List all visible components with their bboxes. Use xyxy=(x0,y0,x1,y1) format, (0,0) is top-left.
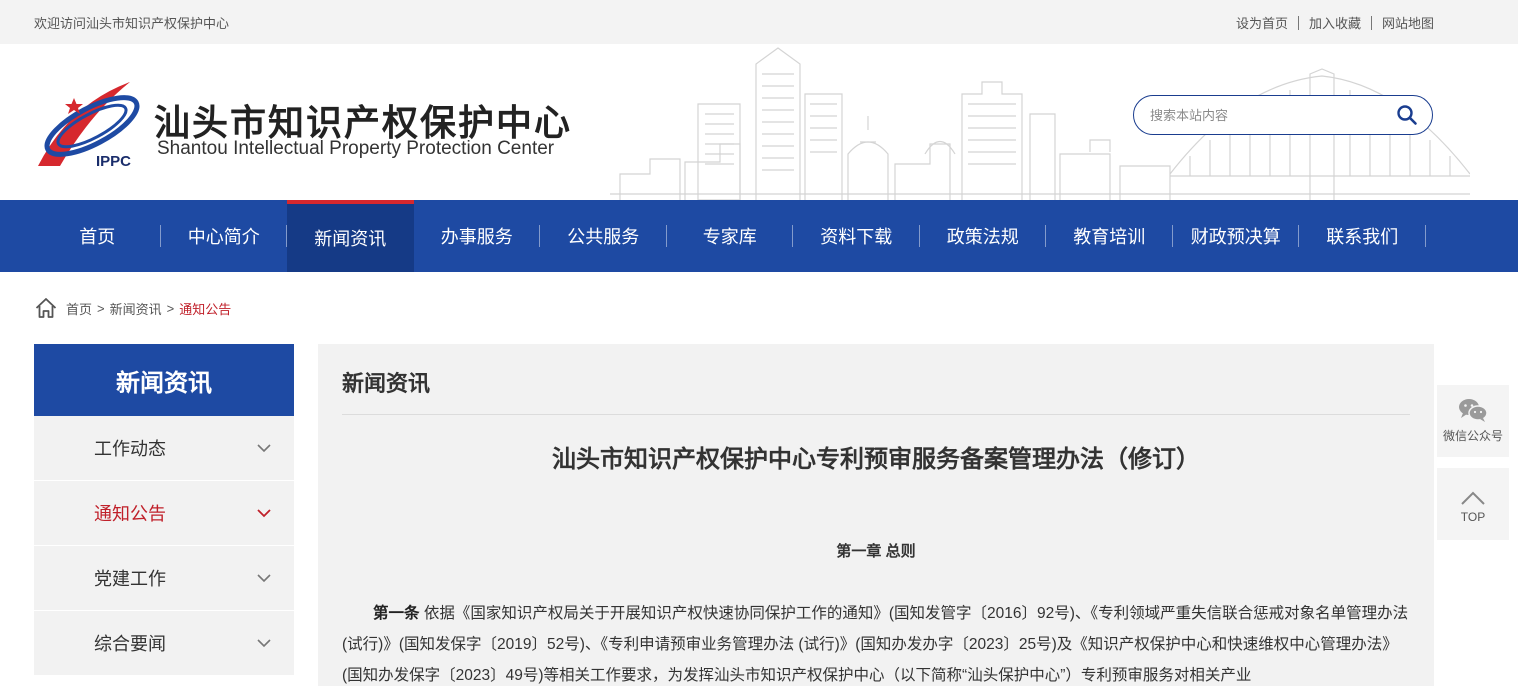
sidebar-title: 新闻资讯 xyxy=(34,344,294,416)
wechat-label: 微信公众号 xyxy=(1442,429,1503,443)
breadcrumb-separator: > xyxy=(166,300,175,316)
sidebar-item-label: 通知公告 xyxy=(94,504,166,524)
sidebar: 新闻资讯 工作动态 通知公告 党建工作 综合要闻 xyxy=(34,344,294,686)
chevron-down-icon xyxy=(257,509,271,518)
nav-item-budget[interactable]: 财政预决算 xyxy=(1173,200,1299,272)
back-to-top-button[interactable]: TOP xyxy=(1437,468,1509,540)
nav-item-training[interactable]: 教育培训 xyxy=(1046,200,1173,272)
nav-item-public-services[interactable]: 公共服务 xyxy=(540,200,667,272)
back-to-top-label: TOP xyxy=(1460,510,1486,524)
nav-item-contact[interactable]: 联系我们 xyxy=(1299,200,1426,272)
article-paragraph: 第一条 依据《国家知识产权局关于开展知识产权快速协同保护工作的通知》(国知发管字… xyxy=(342,598,1410,686)
chapter-heading: 第一章 总则 xyxy=(836,543,916,560)
nav-item-services[interactable]: 办事服务 xyxy=(414,200,540,272)
sidebar-item-work-news[interactable]: 工作动态 xyxy=(34,416,294,481)
svg-text:IPPC: IPPC xyxy=(96,153,131,170)
chevron-down-icon xyxy=(257,444,271,453)
search-icon[interactable] xyxy=(1396,104,1418,126)
sidebar-item-label: 党建工作 xyxy=(94,569,166,589)
section-title: 新闻资讯 xyxy=(342,371,431,396)
search-input[interactable] xyxy=(1150,105,1380,125)
top-bar: 欢迎访问汕头市知识产权保护中心 设为首页 加入收藏 网站地图 xyxy=(0,0,1518,44)
breadcrumb-news[interactable]: 新闻资讯 xyxy=(110,299,162,318)
site-title-en: Shantou Intellectual Property Protection… xyxy=(157,138,555,159)
nav-item-downloads[interactable]: 资料下载 xyxy=(793,200,920,272)
wechat-float-button[interactable]: 微信公众号 xyxy=(1437,385,1509,457)
nav-item-home[interactable]: 首页 xyxy=(34,200,161,272)
sidebar-item-label: 工作动态 xyxy=(94,439,166,459)
nav-item-policies[interactable]: 政策法规 xyxy=(920,200,1046,272)
nav-item-experts[interactable]: 专家库 xyxy=(667,200,793,272)
nav-item-news[interactable]: 新闻资讯 xyxy=(287,200,414,272)
chevron-down-icon xyxy=(257,574,271,583)
add-favorite-link[interactable]: 加入收藏 xyxy=(1309,13,1361,32)
chevron-down-icon xyxy=(257,639,271,648)
nav-item-about[interactable]: 中心简介 xyxy=(161,200,287,272)
ippc-logo: IPPC xyxy=(38,82,140,170)
site-header: IPPC 汕头市知识产权保护中心 Shantou Intellectual Pr… xyxy=(0,44,1518,200)
chevron-up-icon xyxy=(1461,491,1485,505)
search-box xyxy=(1133,95,1433,135)
home-icon[interactable] xyxy=(34,296,58,320)
sidebar-item-general-news[interactable]: 综合要闻 xyxy=(34,611,294,676)
set-homepage-link[interactable]: 设为首页 xyxy=(1236,13,1288,32)
top-links: 设为首页 加入收藏 网站地图 xyxy=(1236,13,1434,32)
breadcrumb-separator: > xyxy=(97,300,105,316)
sidebar-item-label: 综合要闻 xyxy=(94,634,166,654)
wechat-icon xyxy=(1459,399,1488,422)
top-link-divider xyxy=(1370,15,1372,30)
article-paragraph-text: 依据《国家知识产权局关于开展知识产权快速协同保护工作的通知》(国知发管字〔201… xyxy=(342,605,1409,684)
welcome-text: 欢迎访问汕头市知识产权保护中心 xyxy=(34,16,230,31)
sitemap-link[interactable]: 网站地图 xyxy=(1382,13,1434,32)
main-nav: 首页 中心简介 新闻资讯 办事服务 公共服务 专家库 资料下载 政策法规 教育培… xyxy=(0,200,1518,272)
nav-list: 首页 中心简介 新闻资讯 办事服务 公共服务 专家库 资料下载 政策法规 教育培… xyxy=(34,200,1426,272)
sidebar-item-party-building[interactable]: 党建工作 xyxy=(34,546,294,611)
article-title: 汕头市知识产权保护中心专利预审服务备案管理办法（修订） xyxy=(552,446,1200,473)
sidebar-item-notices[interactable]: 通知公告 xyxy=(34,481,294,546)
top-link-divider xyxy=(1297,15,1299,30)
breadcrumb-home[interactable]: 首页 xyxy=(66,299,92,318)
breadcrumb: 首页 > 新闻资讯 > 通知公告 xyxy=(34,296,231,320)
section-divider xyxy=(342,414,1410,415)
main-content: 新闻资讯 汕头市知识产权保护中心专利预审服务备案管理办法（修订） 第一章 总则 … xyxy=(318,344,1434,686)
breadcrumb-current: 通知公告 xyxy=(179,301,232,317)
article-clause-label: 第一条 xyxy=(373,605,420,622)
